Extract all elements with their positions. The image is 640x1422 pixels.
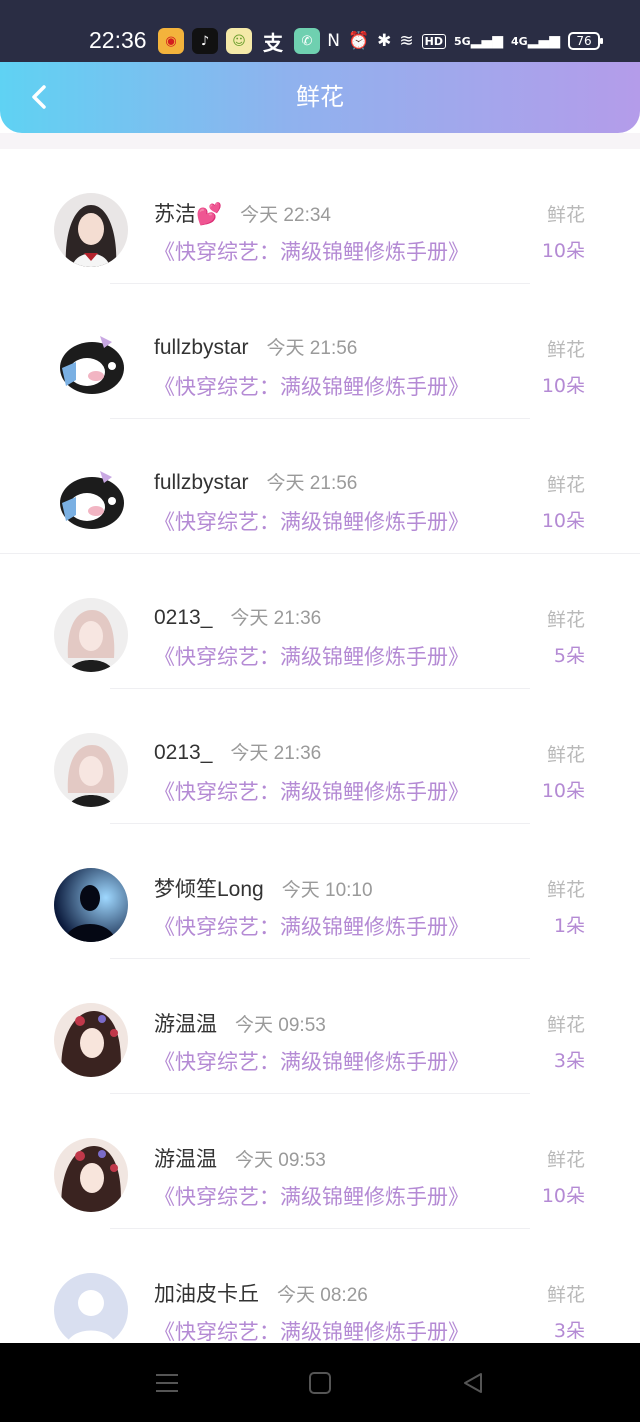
user-info: 苏洁💕 今天 22:34	[154, 198, 331, 228]
user-name[interactable]: 游温温	[154, 1143, 217, 1173]
send-time: 今天 09:53	[235, 1150, 326, 1171]
signal-4g-icon: 4G▂▄▆	[511, 33, 560, 49]
nfc-icon: Ν	[327, 31, 340, 51]
send-time: 今天 21:56	[266, 473, 358, 494]
gift-label: 鲜花	[546, 1149, 585, 1171]
chat-bubble-icon: ☺	[226, 28, 252, 54]
gift-label: 鲜花	[546, 1284, 585, 1306]
user-name[interactable]: 加油皮卡丘	[154, 1278, 259, 1308]
user-info: 游温温 今天 09:53	[154, 1008, 326, 1038]
alarm-icon: ⏰	[347, 31, 370, 51]
user-name[interactable]: 游温温	[154, 1008, 217, 1038]
gift-count: 10朵	[541, 780, 585, 802]
alipay-icon: 支	[263, 30, 283, 55]
system-nav-bar	[0, 1343, 640, 1422]
user-name[interactable]: 梦倾笙Long	[154, 873, 264, 903]
menu-button[interactable]	[150, 1367, 184, 1399]
send-time: 今天 08:26	[277, 1285, 368, 1306]
user-info: fullzbystar 今天 21:56	[154, 468, 357, 495]
user-info: 加油皮卡丘 今天 08:26	[154, 1278, 368, 1308]
back-triangle-icon	[464, 1373, 482, 1393]
list-item[interactable]: 0213_ 今天 21:36 《快穿综艺：满级锦鲤修炼手册》 鲜花 10朵	[0, 689, 640, 824]
user-name[interactable]: 0213_	[154, 741, 212, 765]
gift-count: 3朵	[553, 1320, 585, 1342]
send-time: 今天 21:56	[266, 338, 358, 359]
home-square-icon	[309, 1372, 331, 1394]
page-title: 鲜花	[296, 83, 344, 111]
list-item[interactable]: 游温温 今天 09:53 《快穿综艺：满级锦鲤修炼手册》 鲜花 3朵	[0, 959, 640, 1094]
gift-label: 鲜花	[546, 609, 585, 631]
list-item[interactable]: fullzbystar 今天 21:56 《快穿综艺：满级锦鲤修炼手册》 鲜花 …	[0, 284, 640, 419]
book-title[interactable]: 《快穿综艺：满级锦鲤修炼手册》	[154, 506, 469, 536]
hd-icon: HD	[421, 33, 446, 49]
user-info: 游温温 今天 09:53	[154, 1143, 326, 1173]
tiktok-icon: ♪	[192, 28, 218, 54]
avatar[interactable]	[54, 1003, 128, 1077]
book-title[interactable]: 《快穿综艺：满级锦鲤修炼手册》	[154, 1316, 469, 1346]
gift-count: 5朵	[553, 645, 585, 667]
gift-label: 鲜花	[546, 204, 585, 226]
gift-label: 鲜花	[546, 1014, 585, 1036]
list-item[interactable]: 苏洁💕 今天 22:34 《快穿综艺：满级锦鲤修炼手册》 鲜花 10朵	[0, 149, 640, 284]
user-info: 0213_ 今天 21:36	[154, 603, 321, 630]
list-item[interactable]: fullzbystar 今天 21:56 《快穿综艺：满级锦鲤修炼手册》 鲜花 …	[0, 419, 640, 554]
avatar[interactable]	[54, 328, 128, 402]
gift-count: 10朵	[541, 375, 585, 397]
gift-count: 10朵	[541, 1185, 585, 1207]
gift-label: 鲜花	[546, 474, 585, 496]
gift-label: 鲜花	[546, 879, 585, 901]
gift-count: 10朵	[541, 510, 585, 532]
app-header: 鲜花	[0, 62, 640, 133]
bluetooth-icon: ✱	[377, 31, 392, 51]
gift-count: 3朵	[553, 1050, 585, 1072]
book-title[interactable]: 《快穿综艺：满级锦鲤修炼手册》	[154, 911, 469, 941]
gift-label: 鲜花	[546, 339, 585, 361]
user-name[interactable]: 0213_	[154, 606, 212, 630]
list-item[interactable]: 梦倾笙Long 今天 10:10 《快穿综艺：满级锦鲤修炼手册》 鲜花 1朵	[0, 824, 640, 959]
header-separator	[0, 133, 640, 149]
user-name[interactable]: fullzbystar	[154, 471, 249, 495]
user-info: fullzbystar 今天 21:56	[154, 333, 357, 360]
flower-record-list: 苏洁💕 今天 22:34 《快穿综艺：满级锦鲤修炼手册》 鲜花 10朵 full…	[0, 149, 640, 1364]
send-time: 今天 21:36	[230, 743, 322, 764]
avatar[interactable]	[54, 1138, 128, 1212]
user-info: 梦倾笙Long 今天 10:10	[154, 873, 373, 903]
send-time: 今天 10:10	[281, 880, 373, 901]
book-title[interactable]: 《快穿综艺：满级锦鲤修炼手册》	[154, 236, 469, 266]
send-time: 今天 22:34	[240, 205, 331, 226]
book-title[interactable]: 《快穿综艺：满级锦鲤修炼手册》	[154, 1046, 469, 1076]
user-name[interactable]: fullzbystar	[154, 336, 249, 360]
status-time: 22:36	[89, 27, 147, 53]
book-title[interactable]: 《快穿综艺：满级锦鲤修炼手册》	[154, 1181, 469, 1211]
book-title[interactable]: 《快穿综艺：满级锦鲤修炼手册》	[154, 371, 469, 401]
avatar[interactable]	[54, 193, 128, 267]
wifi-icon: ≋	[399, 31, 414, 51]
notification-icons: ◉ ♪ ☺ 支 ✆	[158, 28, 320, 55]
list-item[interactable]: 游温温 今天 09:53 《快穿综艺：满级锦鲤修炼手册》 鲜花 10朵	[0, 1094, 640, 1229]
avatar[interactable]	[54, 463, 128, 537]
list-item[interactable]: 0213_ 今天 21:36 《快穿综艺：满级锦鲤修炼手册》 鲜花 5朵	[0, 554, 640, 689]
signal-5g-icon: 5G▂▄▆	[454, 33, 503, 49]
back-nav-button[interactable]	[456, 1367, 490, 1399]
system-icons: Ν ⏰ ✱ ≋ HD 5G▂▄▆ 4G▂▄▆ 76	[327, 28, 603, 54]
weibo-icon: ◉	[158, 28, 184, 54]
battery-icon: 76	[568, 32, 603, 50]
book-title[interactable]: 《快穿综艺：满级锦鲤修炼手册》	[154, 776, 469, 806]
avatar[interactable]	[54, 733, 128, 807]
send-time: 今天 09:53	[235, 1015, 326, 1036]
user-info: 0213_ 今天 21:36	[154, 738, 321, 765]
menu-icon	[156, 1374, 178, 1392]
avatar[interactable]	[54, 868, 128, 942]
user-name[interactable]: 苏洁💕	[154, 198, 222, 228]
phone-app-icon: ✆	[294, 28, 320, 54]
send-time: 今天 21:36	[230, 608, 322, 629]
gift-count: 10朵	[541, 240, 585, 262]
avatar[interactable]	[54, 598, 128, 672]
gift-count: 1朵	[553, 915, 585, 937]
book-title[interactable]: 《快穿综艺：满级锦鲤修炼手册》	[154, 641, 469, 671]
avatar[interactable]	[54, 1273, 128, 1347]
home-button[interactable]	[303, 1367, 337, 1399]
gift-label: 鲜花	[546, 744, 585, 766]
